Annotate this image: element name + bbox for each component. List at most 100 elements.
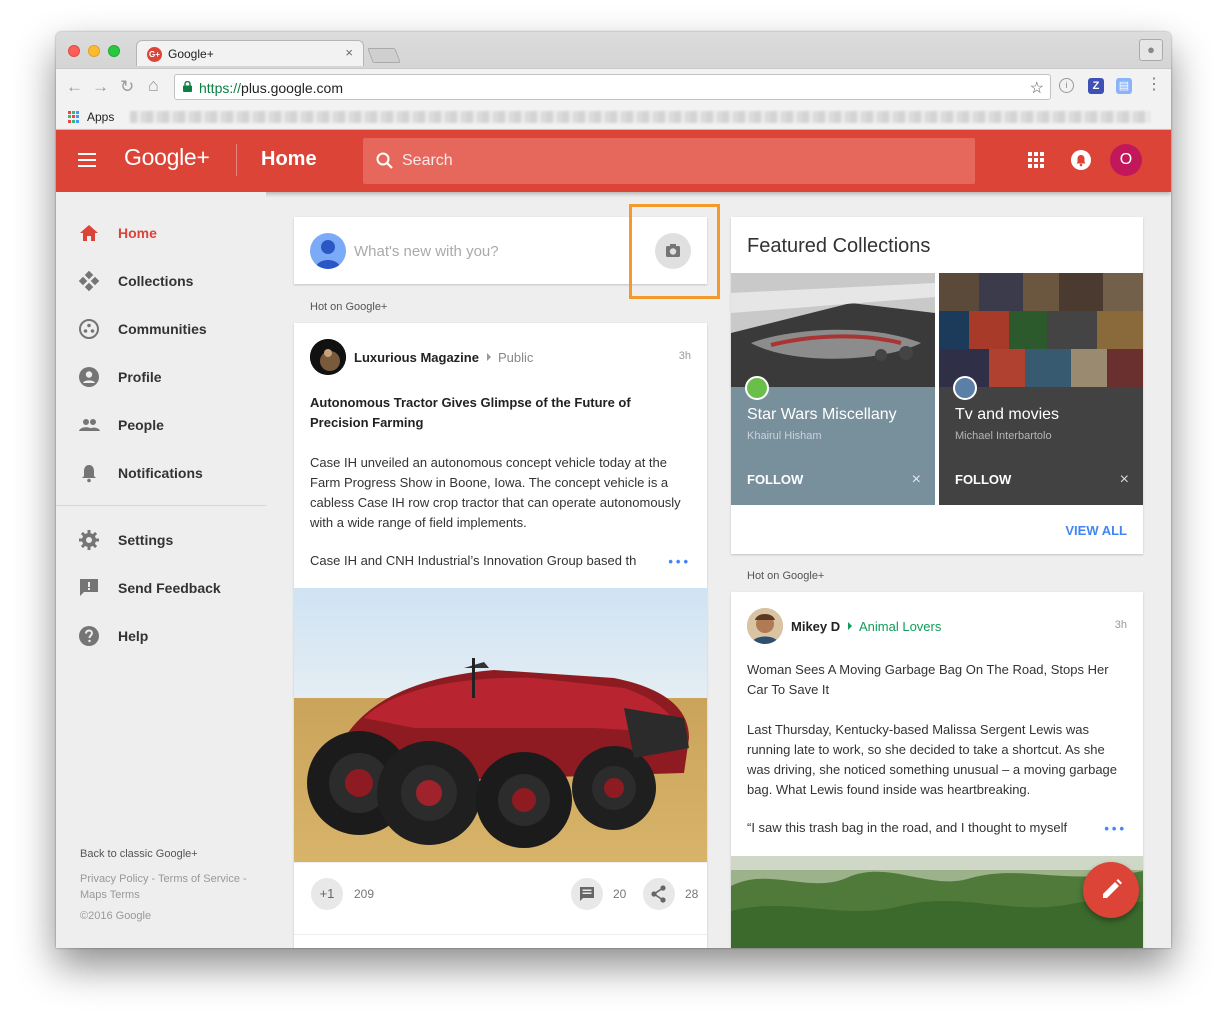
extension-z-icon[interactable]: Z (1088, 78, 1104, 94)
sidebar-divider (56, 505, 266, 506)
share-arrow-icon (848, 622, 852, 630)
hot-label: Hot on Google+ (747, 570, 825, 582)
post-title: Woman Sees A Moving Garbage Bag On The R… (747, 662, 1109, 697)
header-divider (236, 144, 237, 176)
apps-grid-icon[interactable] (68, 111, 80, 123)
url-text: https://plus.google.com (199, 80, 343, 96)
post-image-tractor[interactable] (294, 588, 707, 862)
search-placeholder: Search (402, 152, 453, 169)
browser-menu-icon[interactable]: ⋮ (1146, 77, 1162, 94)
extension-card-icon[interactable]: ▤ (1116, 78, 1132, 94)
notifications-bell-icon[interactable] (1071, 150, 1091, 170)
feedback-icon (80, 579, 98, 596)
post-body: Last Thursday, Kentucky-based Malissa Se… (747, 722, 1118, 797)
collections-icon (78, 270, 100, 292)
page-title: Home (261, 148, 317, 170)
dismiss-icon[interactable]: × (1120, 471, 1129, 489)
close-window-button[interactable] (68, 45, 80, 57)
forward-arrow-icon[interactable]: → (92, 77, 109, 97)
compose-fab-button[interactable] (1083, 862, 1139, 918)
sidebar-item-settings[interactable]: Settings (56, 517, 266, 565)
help-icon (79, 626, 99, 646)
featured-title: Featured Collections (747, 235, 931, 257)
gplus-logo[interactable]: Google+ (124, 144, 210, 171)
post-image-road[interactable] (731, 856, 1143, 948)
hot-label: Hot on Google+ (310, 301, 388, 313)
plus-one-button[interactable]: +1 (311, 878, 343, 910)
post-truncated-text: Case IH and CNH Industrial’s Innovation … (310, 553, 637, 568)
browser-toolbar: ← → ↻ ⌂ https://plus.google.com ☆ i Z ▤ … (56, 68, 1171, 104)
sidebar-item-help[interactable]: Help (56, 613, 266, 661)
gplus-favicon-icon: G+ (147, 47, 162, 62)
post-body: Case IH unveiled an autonomous concept v… (310, 455, 681, 530)
bell-icon (82, 465, 96, 483)
minimize-window-button[interactable] (88, 45, 100, 57)
post-title: Autonomous Tractor Gives Glimpse of the … (310, 395, 631, 430)
collection-owner-avatar (745, 376, 769, 400)
obscured-bookmarks (130, 111, 1150, 123)
sidebar-item-people[interactable]: People (56, 402, 266, 450)
hamburger-menu-icon[interactable] (78, 153, 96, 167)
google-apps-icon[interactable] (1028, 152, 1044, 168)
dismiss-icon[interactable]: × (912, 471, 921, 489)
read-more-icon[interactable]: ••• (664, 554, 691, 569)
communities-icon (79, 319, 99, 339)
browser-chrome: G+ Google+ × ● ← → ↻ ⌂ https://plus.goog… (56, 32, 1171, 130)
post-author[interactable]: Mikey D (791, 619, 840, 634)
bookmark-star-icon[interactable]: ☆ (1030, 78, 1044, 98)
view-all-link[interactable]: VIEW ALL (1065, 523, 1127, 538)
lock-icon (183, 81, 192, 92)
address-bar[interactable]: https://plus.google.com ☆ (174, 74, 1051, 100)
browser-tab[interactable]: G+ Google+ × (136, 40, 364, 66)
author-avatar[interactable] (310, 339, 346, 375)
tab-title: Google+ (168, 47, 214, 61)
post-community[interactable]: Animal Lovers (859, 619, 941, 634)
extension-info-icon[interactable]: i (1059, 78, 1074, 93)
sidebar-item-label: People (118, 417, 164, 433)
sidebar-item-label: Settings (118, 532, 174, 548)
collection-name: Tv and movies (955, 406, 1060, 423)
sidebar-item-profile[interactable]: Profile (56, 354, 266, 402)
comment-count: 20 (613, 887, 627, 901)
sidebar-item-send-feedback[interactable]: Send Feedback (56, 565, 266, 613)
bookmarks-bar: Apps (56, 104, 1171, 130)
search-input[interactable]: Search (363, 138, 975, 184)
copyright-text: ©2016 Google (80, 910, 152, 922)
follow-button[interactable]: FOLLOW (955, 472, 1011, 487)
browser-profile-icon[interactable]: ● (1139, 39, 1163, 61)
collection-image-star-wars (731, 273, 935, 387)
account-avatar[interactable]: O (1110, 144, 1142, 176)
featured-collections-card: Featured Collections Star Wars Miscellan… (731, 217, 1143, 554)
follow-button[interactable]: FOLLOW (747, 472, 803, 487)
collection-card-star-wars[interactable]: Star Wars Miscellany Khairul Hisham FOLL… (731, 273, 935, 505)
legal-links[interactable]: Privacy Policy - Terms of Service - Maps… (80, 871, 270, 903)
sidebar-item-communities[interactable]: Communities (56, 306, 266, 354)
collection-card-tv-movies[interactable]: Tv and movies Michael Interbartolo FOLLO… (939, 273, 1143, 505)
new-tab-button[interactable] (367, 48, 401, 63)
bookmark-apps[interactable]: Apps (87, 110, 114, 124)
post-card: Mikey D Animal Lovers 3h Woman Sees A Mo… (731, 592, 1143, 948)
share-button[interactable] (643, 878, 675, 910)
sidebar-item-home[interactable]: Home (56, 210, 266, 258)
post-time[interactable]: 3h (679, 350, 691, 362)
sidebar-item-collections[interactable]: Collections (56, 258, 266, 306)
read-more-icon[interactable]: ••• (1100, 821, 1127, 836)
maximize-window-button[interactable] (108, 45, 120, 57)
comment-button[interactable] (571, 878, 603, 910)
reload-icon[interactable]: ↻ (120, 77, 134, 97)
post-card: Luxurious Magazine Public 3h Autonomous … (294, 323, 707, 948)
back-to-classic-link[interactable]: Back to classic Google+ (80, 848, 198, 860)
back-arrow-icon[interactable]: ← (66, 77, 83, 97)
user-avatar (310, 233, 346, 269)
post-author[interactable]: Luxurious Magazine (354, 350, 479, 365)
sidebar-item-label: Send Feedback (118, 580, 221, 596)
post-time[interactable]: 3h (1115, 619, 1127, 631)
sidebar-item-notifications[interactable]: Notifications (56, 450, 266, 498)
author-avatar[interactable] (747, 608, 783, 644)
sidebar-item-label: Help (118, 628, 149, 644)
share-icon (651, 885, 666, 903)
people-icon (79, 419, 100, 431)
home-browser-icon[interactable]: ⌂ (148, 75, 159, 96)
tab-close-icon[interactable]: × (345, 45, 353, 60)
post-actions: +1 209 20 28 (294, 862, 707, 934)
